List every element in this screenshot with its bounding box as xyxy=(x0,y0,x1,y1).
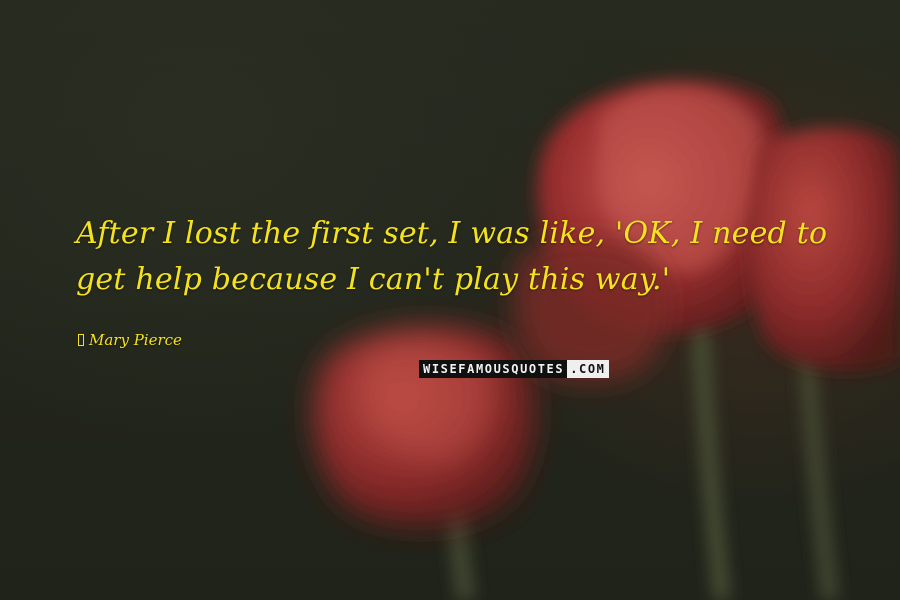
author-marker-icon xyxy=(78,334,84,346)
quote-author: Mary Pierce xyxy=(78,330,182,350)
site-watermark: WISEFAMOUSQUOTES .COM xyxy=(419,360,609,378)
watermark-domain: .COM xyxy=(567,360,609,378)
watermark-brand: WISEFAMOUSQUOTES xyxy=(419,360,568,378)
quote-text: After I lost the first set, I was like, … xyxy=(76,216,828,297)
tulip-lower xyxy=(312,325,537,529)
quote-image: After I lost the first set, I was like, … xyxy=(0,0,900,600)
author-name: Mary Pierce xyxy=(89,331,182,349)
